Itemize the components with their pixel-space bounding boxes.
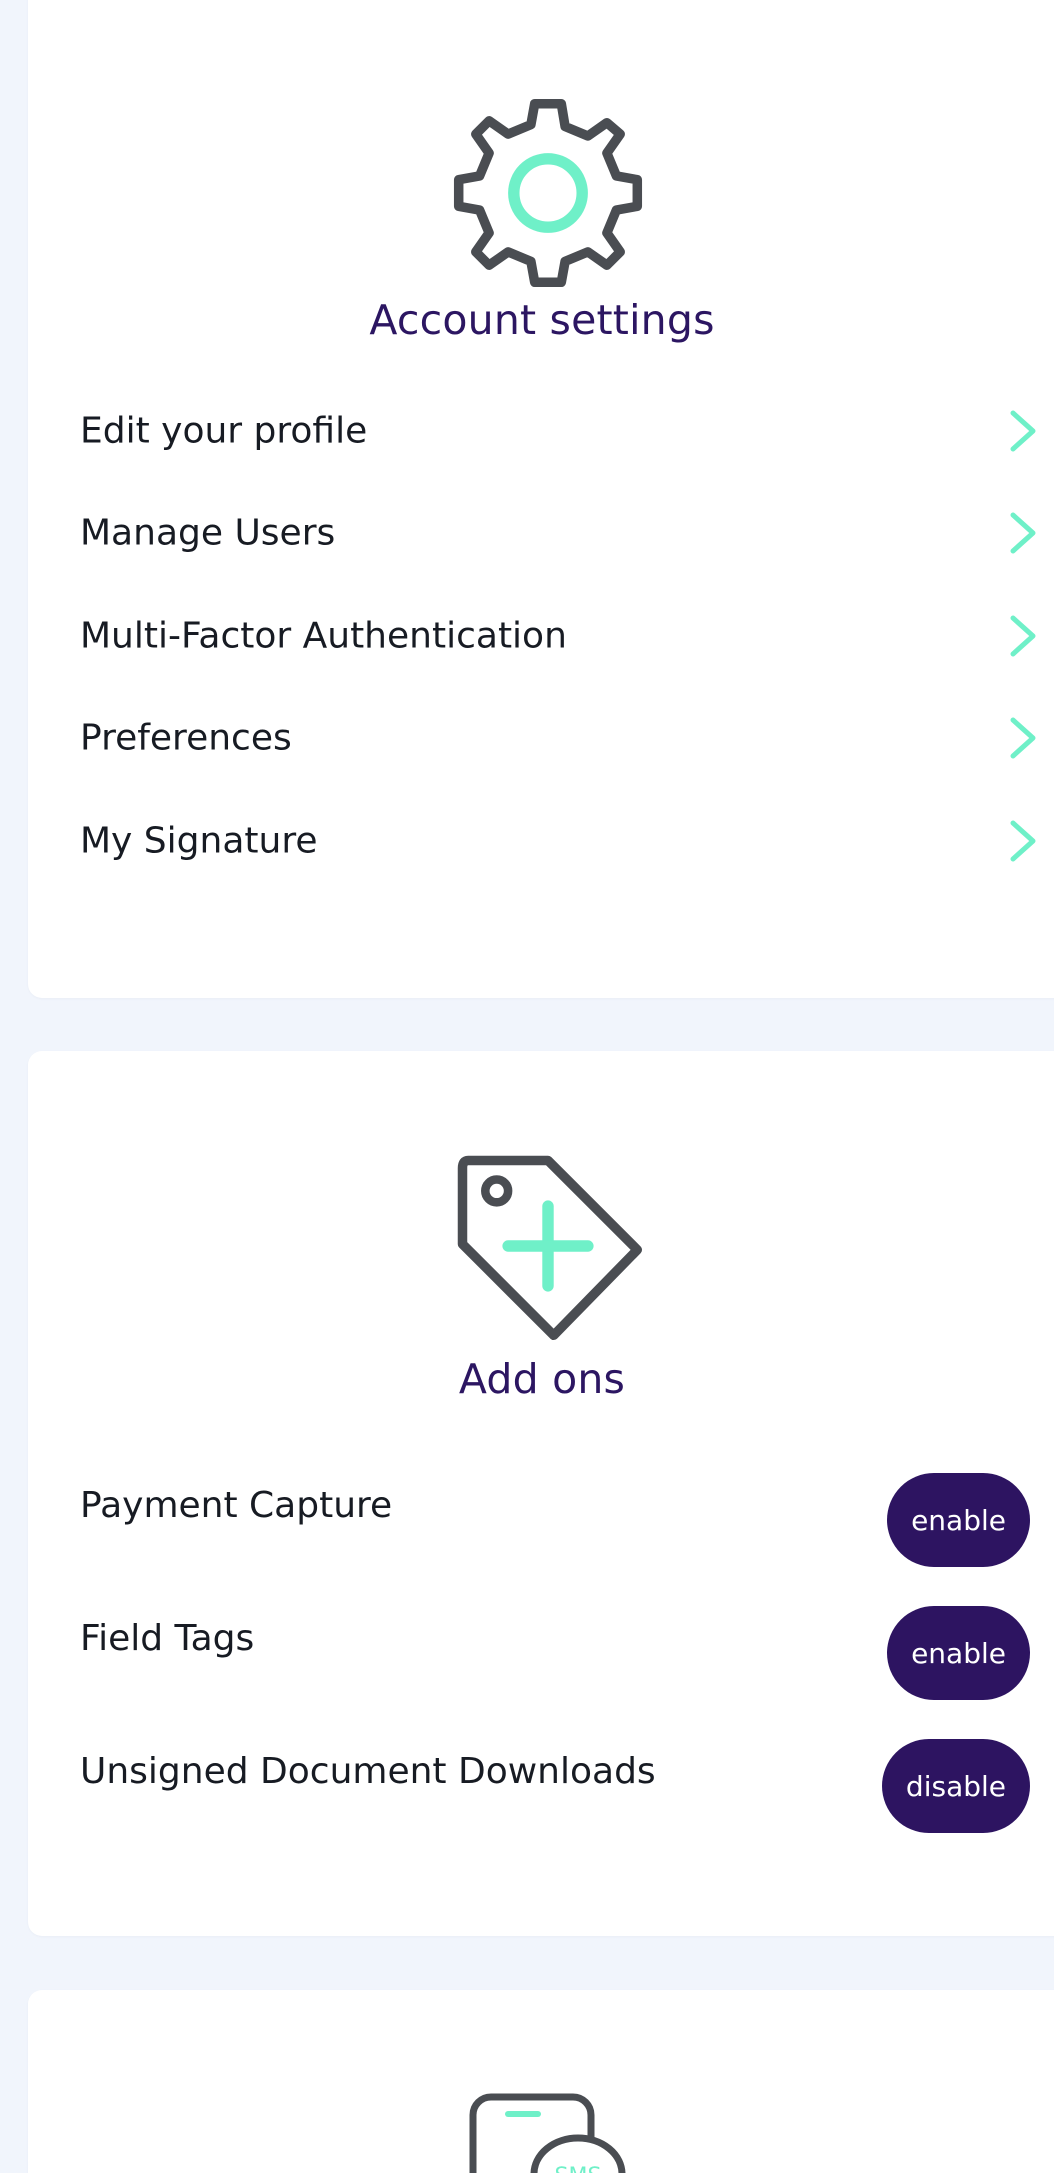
chevron-right-icon	[1010, 820, 1036, 862]
menu-item-edit-profile[interactable]: Edit your profile	[80, 396, 1040, 466]
menu-item-label: My Signature	[80, 820, 318, 862]
enable-field-tags-button[interactable]: enable	[887, 1606, 1030, 1700]
menu-item-label: Multi-Factor Authentication	[80, 615, 567, 657]
chevron-right-icon	[1010, 512, 1036, 554]
addon-label: Field Tags	[80, 1618, 255, 1659]
chevron-right-icon	[1010, 615, 1036, 657]
menu-item-my-signature[interactable]: My Signature	[80, 806, 1040, 876]
menu-item-label: Manage Users	[80, 512, 336, 554]
account-settings-title: Account settings	[369, 296, 715, 344]
account-settings-card: Account settings Edit your profile Manag…	[28, 0, 1054, 998]
menu-item-preferences[interactable]: Preferences	[80, 703, 1040, 773]
addon-label: Payment Capture	[80, 1485, 393, 1526]
menu-item-label: Edit your profile	[80, 410, 368, 452]
add-ons-title: Add ons	[458, 1355, 626, 1403]
sms-card: SMS	[28, 1990, 1054, 2173]
menu-item-label: Preferences	[80, 717, 292, 759]
menu-item-multi-factor-authentication[interactable]: Multi-Factor Authentication	[80, 601, 1040, 671]
addon-label: Unsigned Document Downloads	[80, 1751, 656, 1792]
chevron-right-icon	[1010, 717, 1036, 759]
menu-item-manage-users[interactable]: Manage Users	[80, 498, 1040, 568]
enable-payment-capture-button[interactable]: enable	[887, 1473, 1030, 1567]
add-ons-card: Add ons Payment Capture enable Field Tag…	[28, 1051, 1054, 1936]
tag-plus-icon	[457, 1155, 643, 1341]
addon-payment-capture: Payment Capture enable	[80, 1473, 1030, 1567]
sms-phone-icon: SMS	[469, 2093, 626, 2173]
addon-field-tags: Field Tags enable	[80, 1606, 1030, 1700]
gear-icon	[453, 98, 643, 288]
sms-icon-label: SMS	[555, 2164, 602, 2173]
settings-page: Account settings Edit your profile Manag…	[0, 0, 1054, 2173]
chevron-right-icon	[1010, 410, 1036, 452]
disable-unsigned-document-downloads-button[interactable]: disable	[881, 1739, 1030, 1833]
addon-unsigned-document-downloads: Unsigned Document Downloads disable	[80, 1739, 1030, 1833]
